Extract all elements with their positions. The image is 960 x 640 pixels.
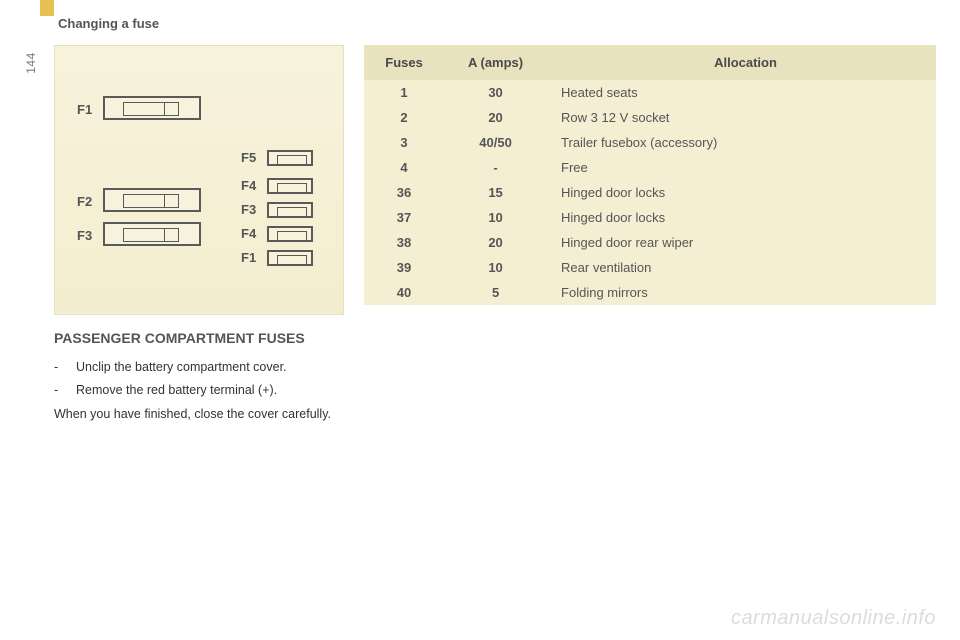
cell-fuse: 3 [364, 130, 444, 155]
table-row: 4 - Free [364, 155, 936, 180]
table-row: 37 10 Hinged door locks [364, 205, 936, 230]
table-row: 36 15 Hinged door locks [364, 180, 936, 205]
table-row: 39 10 Rear ventilation [364, 255, 936, 280]
cell-fuse: 1 [364, 80, 444, 105]
cell-fuse: 4 [364, 155, 444, 180]
diagram-label: F2 [77, 194, 92, 209]
fuse-small-icon [267, 202, 313, 218]
cell-fuse: 39 [364, 255, 444, 280]
diagram-label: F1 [241, 250, 256, 265]
cell-allocation: Free [547, 155, 936, 180]
fuse-small-icon [267, 226, 313, 242]
diagram-label: F5 [241, 150, 256, 165]
cell-allocation: Trailer fusebox (accessory) [547, 130, 936, 155]
cell-amps: 5 [444, 280, 547, 305]
instruction-closing: When you have finished, close the cover … [54, 405, 344, 424]
cell-amps: 30 [444, 80, 547, 105]
table-header: Fuses A (amps) Allocation [364, 45, 936, 80]
cell-allocation: Hinged door locks [547, 180, 936, 205]
cell-allocation: Heated seats [547, 80, 936, 105]
table-row: 2 20 Row 3 12 V socket [364, 105, 936, 130]
fuse-small-icon [267, 150, 313, 166]
cell-fuse: 38 [364, 230, 444, 255]
fuse-small-icon [267, 250, 313, 266]
table-body: 1 30 Heated seats 2 20 Row 3 12 V socket… [364, 80, 936, 305]
instruction-item: - Remove the red battery terminal (+). [54, 381, 344, 400]
cell-allocation: Folding mirrors [547, 280, 936, 305]
fuse-small-icon [267, 178, 313, 194]
table-row: 1 30 Heated seats [364, 80, 936, 105]
cell-amps: 20 [444, 230, 547, 255]
cell-fuse: 40 [364, 280, 444, 305]
left-column: F1 F2 F3 F5 F4 F3 F4 F1 PASSENGER COMPAR… [54, 45, 344, 424]
col-header-fuses: Fuses [364, 45, 444, 80]
diagram-label: F4 [241, 178, 256, 193]
fuse-big-icon [103, 96, 201, 120]
page-header: Changing a fuse [58, 16, 936, 31]
cell-amps: - [444, 155, 547, 180]
bullet-icon: - [54, 358, 62, 377]
right-column: Fuses A (amps) Allocation 1 30 Heated se… [364, 45, 936, 305]
fuse-diagram: F1 F2 F3 F5 F4 F3 F4 F1 [54, 45, 344, 315]
cell-fuse: 37 [364, 205, 444, 230]
content-row: F1 F2 F3 F5 F4 F3 F4 F1 PASSENGER COMPAR… [54, 45, 936, 424]
instruction-text: Unclip the battery compartment cover. [76, 358, 287, 377]
table-row: 38 20 Hinged door rear wiper [364, 230, 936, 255]
table-row: 3 40/50 Trailer fusebox (accessory) [364, 130, 936, 155]
col-header-amps: A (amps) [444, 45, 547, 80]
bullet-icon: - [54, 381, 62, 400]
cell-amps: 15 [444, 180, 547, 205]
cell-allocation: Hinged door rear wiper [547, 230, 936, 255]
instruction-item: - Unclip the battery compartment cover. [54, 358, 344, 377]
watermark: carmanualsonline.info [731, 607, 936, 630]
instructions: - Unclip the battery compartment cover. … [54, 358, 344, 424]
fuse-big-icon [103, 222, 201, 246]
diagram-label: F1 [77, 102, 92, 117]
table-row: 40 5 Folding mirrors [364, 280, 936, 305]
cell-allocation: Hinged door locks [547, 205, 936, 230]
manual-page: 144 Changing a fuse F1 F2 F3 F5 F4 F3 F4 [0, 0, 960, 640]
page-number: 144 [24, 52, 38, 74]
col-header-alloc: Allocation [547, 45, 936, 80]
cell-fuse: 2 [364, 105, 444, 130]
cell-amps: 40/50 [444, 130, 547, 155]
diagram-label: F3 [241, 202, 256, 217]
cell-amps: 10 [444, 205, 547, 230]
fuse-big-icon [103, 188, 201, 212]
diagram-label: F4 [241, 226, 256, 241]
section-heading: PASSENGER COMPARTMENT FUSES [54, 329, 344, 348]
cell-amps: 20 [444, 105, 547, 130]
accent-bar [40, 0, 54, 16]
cell-allocation: Rear ventilation [547, 255, 936, 280]
instruction-text: Remove the red battery terminal (+). [76, 381, 277, 400]
cell-allocation: Row 3 12 V socket [547, 105, 936, 130]
diagram-label: F3 [77, 228, 92, 243]
cell-fuse: 36 [364, 180, 444, 205]
cell-amps: 10 [444, 255, 547, 280]
fuse-table: Fuses A (amps) Allocation 1 30 Heated se… [364, 45, 936, 305]
